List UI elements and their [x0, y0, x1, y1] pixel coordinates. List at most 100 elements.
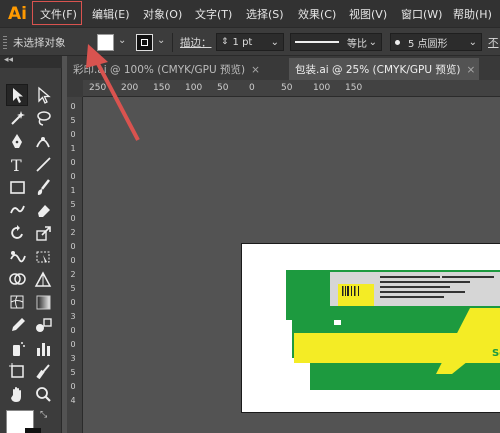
packaging-artwork: Se [286, 270, 500, 390]
fill-swatch[interactable] [97, 34, 114, 51]
opacity-label[interactable]: 不 [488, 35, 499, 50]
warp-icon[interactable] [6, 245, 28, 267]
tab-document-1[interactable]: 彩印.ai @ 100% (CMYK/GPU 预览) × [67, 58, 285, 80]
hand-icon[interactable] [6, 383, 28, 405]
rotate-icon[interactable] [6, 222, 28, 244]
shape-builder-icon[interactable] [6, 268, 28, 290]
blend-icon[interactable] [32, 314, 54, 336]
menu-edit[interactable]: 编辑(E) [92, 6, 130, 22]
curvature-icon[interactable] [32, 130, 54, 152]
magic-wand-icon[interactable] [6, 107, 28, 129]
tools-panel-header: ◂◂ [0, 55, 62, 68]
ruler-tick-label: 0 [70, 158, 76, 167]
chevron-down-icon[interactable]: ⌄ [469, 37, 477, 48]
rectangle-icon[interactable] [6, 176, 28, 198]
svg-text:T: T [11, 156, 22, 173]
ruler-tick-label: 150 [345, 83, 363, 93]
ruler-tick-label: 100 [313, 83, 331, 93]
mesh-icon[interactable] [6, 291, 28, 313]
ruler-tick-label: 3 [70, 312, 76, 321]
profile-label: 等比 [347, 38, 367, 50]
variable-width-profile[interactable]: 等比 ⌄ [290, 33, 382, 51]
brand-logo-fragment: Se [492, 348, 500, 359]
menu-effect[interactable]: 效果(C) [298, 6, 336, 22]
close-icon[interactable]: × [251, 64, 260, 76]
stroke-swatch[interactable] [136, 34, 153, 51]
symbol-sprayer-icon[interactable] [6, 337, 28, 359]
collapse-icon[interactable]: ◂◂ [4, 55, 13, 65]
pen-icon[interactable] [6, 130, 28, 152]
menu-view[interactable]: 视图(V) [349, 6, 387, 22]
stroke-square-icon [141, 39, 148, 46]
selection-status: 未选择对象 [13, 37, 66, 49]
brush-definition[interactable]: 5 点圆形 ⌄ [390, 33, 482, 51]
direct-selection-tool-icon[interactable] [32, 84, 54, 106]
ruler-tick-label: 200 [121, 83, 139, 93]
shaper-icon[interactable] [6, 199, 28, 221]
ruler-tick-label: 0 [70, 214, 76, 223]
swap-fill-stroke-icon[interactable]: ⤡ [40, 410, 47, 420]
ruler-tick-label: 0 [70, 242, 76, 251]
document-tabs: 彩印.ai @ 100% (CMYK/GPU 预览) × 包装.ai @ 25% … [67, 56, 500, 80]
stroke-dropdown-icon[interactable]: ⌄ [157, 35, 165, 46]
artboard[interactable]: Se [241, 243, 500, 413]
ruler-tick-label: 1 [70, 144, 76, 153]
horizontal-ruler[interactable]: 250 200 150 100 50 0 50 100 150 [67, 80, 500, 97]
ruler-tick-label: 0 [70, 326, 76, 335]
divider [172, 33, 173, 52]
close-icon[interactable]: × [466, 64, 475, 76]
scale-icon[interactable] [32, 222, 54, 244]
ruler-tick-label: 4 [70, 396, 76, 405]
ruler-origin[interactable] [67, 80, 83, 97]
tab-document-2[interactable]: 包装.ai @ 25% (CMYK/GPU 预览) × [289, 58, 479, 80]
zoom-icon[interactable] [32, 383, 54, 405]
menu-select[interactable]: 选择(S) [246, 6, 284, 22]
control-bar: 未选择对象 ⌄ ⌄ 描边： ⇕ 1 pt ⌄ 等比 ⌄ 5 点圆形 ⌄ 不 [0, 27, 500, 56]
app-logo: Ai [8, 4, 27, 24]
eyedropper-icon[interactable] [6, 314, 28, 336]
selection-tool-icon[interactable] [6, 84, 28, 106]
type-icon[interactable]: T [6, 153, 28, 175]
chevron-down-icon[interactable]: ⌄ [369, 37, 377, 48]
tools-panel: ◂◂ T ⤡ [0, 55, 62, 433]
canvas-area[interactable]: Se [83, 97, 500, 433]
ruler-tick-label: 150 [153, 83, 171, 93]
tab-label: 包装.ai @ 25% (CMYK/GPU 预览) [295, 64, 461, 76]
menu-object[interactable]: 对象(O) [143, 6, 182, 22]
fill-dropdown-icon[interactable]: ⌄ [118, 35, 126, 46]
ruler-tick-label: 5 [70, 200, 76, 209]
ruler-tick-label: 2 [70, 270, 76, 279]
column-graph-icon[interactable] [32, 337, 54, 359]
gradient-icon[interactable] [32, 291, 54, 313]
eraser-icon[interactable] [32, 199, 54, 221]
ruler-tick-label: 0 [70, 298, 76, 307]
free-transform-icon[interactable] [32, 245, 54, 267]
stroke-line-icon [295, 41, 339, 43]
chevron-down-icon[interactable]: ⌄ [271, 37, 279, 48]
perspective-icon[interactable] [32, 268, 54, 290]
line-icon[interactable] [32, 153, 54, 175]
tab-label: 彩印.ai @ 100% (CMYK/GPU 预览) [73, 64, 246, 76]
ruler-tick-label: 2 [70, 228, 76, 237]
grip-handle[interactable] [3, 36, 7, 50]
stroke-weight-field[interactable]: ⇕ 1 pt ⌄ [216, 33, 284, 51]
small-white-mark [334, 320, 341, 325]
vertical-ruler[interactable]: 0 5 0 1 0 0 1 5 0 2 0 0 2 5 0 3 0 0 3 5 0 4 [67, 97, 83, 433]
slice-icon[interactable] [32, 360, 54, 382]
lasso-icon[interactable] [32, 107, 54, 129]
menu-type[interactable]: 文字(T) [195, 6, 232, 22]
ruler-tick-label: 5 [70, 116, 76, 125]
paintbrush-icon[interactable] [32, 176, 54, 198]
ruler-tick-label: 0 [70, 340, 76, 349]
menu-help[interactable]: 帮助(H) [453, 6, 492, 22]
stroke-color-box[interactable] [25, 428, 41, 433]
ruler-tick-label: 1 [70, 186, 76, 195]
illustrator-window: Ai 文件(F) 编辑(E) 对象(O) 文字(T) 选择(S) 效果(C) 视… [0, 0, 500, 433]
menu-window[interactable]: 窗口(W) [401, 6, 442, 22]
stepper-icon[interactable]: ⇕ [221, 37, 229, 47]
menu-file[interactable]: 文件(F) [40, 6, 77, 22]
artboard-icon[interactable] [6, 360, 28, 382]
stroke-label[interactable]: 描边： [180, 35, 212, 50]
ruler-tick-label: 0 [249, 83, 255, 93]
ruler-tick-label: 5 [70, 284, 76, 293]
